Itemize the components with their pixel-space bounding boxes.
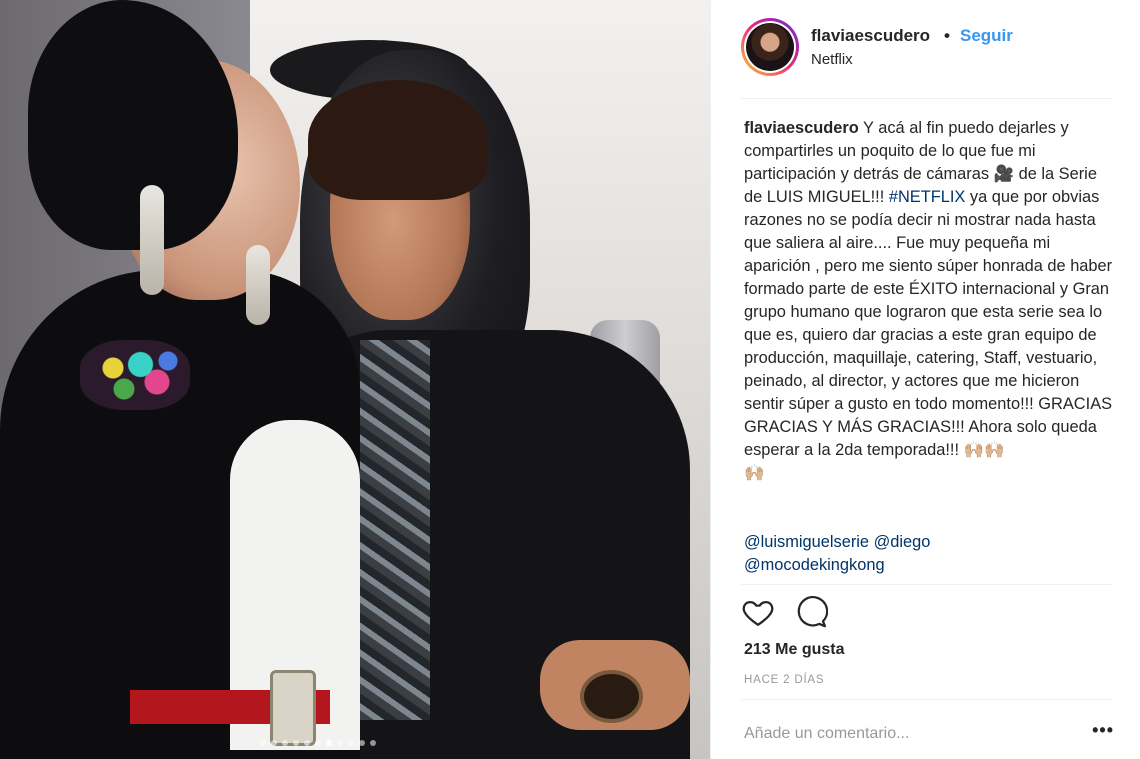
woman-brooch <box>80 340 190 410</box>
avatar[interactable] <box>741 18 799 76</box>
mention-line[interactable]: @mocodekingkong <box>744 554 1114 577</box>
caption-hashtag[interactable]: #NETFLIX <box>889 188 966 206</box>
post-photo[interactable] <box>0 0 710 759</box>
carousel-dot[interactable] <box>348 740 354 746</box>
heart-outline-icon <box>742 600 774 626</box>
username-link[interactable]: flaviaescudero <box>811 26 930 46</box>
man-watch <box>580 670 643 723</box>
carousel-dot[interactable] <box>271 740 277 746</box>
carousel-dot[interactable] <box>370 740 376 746</box>
carousel-dot[interactable] <box>304 740 310 746</box>
post-side-panel: flaviaescudero • Seguir Netflix flaviaes… <box>710 0 1140 759</box>
carousel-dot[interactable] <box>315 740 321 746</box>
comment-button[interactable] <box>794 595 830 631</box>
carousel-dot[interactable] <box>293 740 299 746</box>
avatar-photo <box>746 23 794 71</box>
mention-line[interactable]: @luismiguelserie @diego <box>744 531 1114 554</box>
carousel-dot[interactable] <box>359 740 365 746</box>
caption-text-continued: ya que por obvias razones no se podía de… <box>744 188 1113 459</box>
post-timestamp: HACE 2 DÍAS <box>744 674 825 686</box>
follow-button[interactable]: Seguir <box>960 26 1013 46</box>
caption-username[interactable]: flaviaescudero <box>744 119 859 137</box>
speech-bubble-icon <box>797 596 829 628</box>
header-divider <box>741 98 1111 99</box>
carousel-dot[interactable] <box>282 740 288 746</box>
woman-hair <box>28 0 238 250</box>
woman-earring-right <box>246 245 270 325</box>
post-header: flaviaescudero • Seguir Netflix <box>711 0 1140 98</box>
comment-row: ••• <box>744 720 1114 750</box>
likes-count[interactable]: 213 Me gusta <box>744 641 844 659</box>
carousel-dot[interactable] <box>326 740 332 746</box>
caption-divider <box>741 584 1111 585</box>
caption-emoji-tail: 🙌🏼 <box>744 464 765 482</box>
ellipsis-icon[interactable]: ••• <box>1092 720 1114 741</box>
comment-divider <box>741 699 1111 700</box>
header-separator: • <box>944 26 950 45</box>
carousel-indicator <box>260 740 376 746</box>
photo-woman <box>0 0 380 759</box>
caption-mentions: @luismiguelserie @diego @mocodekingkong <box>744 531 1114 577</box>
like-button[interactable] <box>741 595 777 631</box>
carousel-dot[interactable] <box>260 740 266 746</box>
post-caption: flaviaescudero Y acá al fin puedo dejarl… <box>744 117 1114 485</box>
woman-belt-buckle <box>270 670 316 746</box>
comment-input[interactable] <box>744 720 1064 748</box>
avatar-image <box>744 21 796 73</box>
woman-earring-left <box>140 185 164 295</box>
carousel-dot[interactable] <box>337 740 343 746</box>
location-link[interactable]: Netflix <box>811 51 853 68</box>
